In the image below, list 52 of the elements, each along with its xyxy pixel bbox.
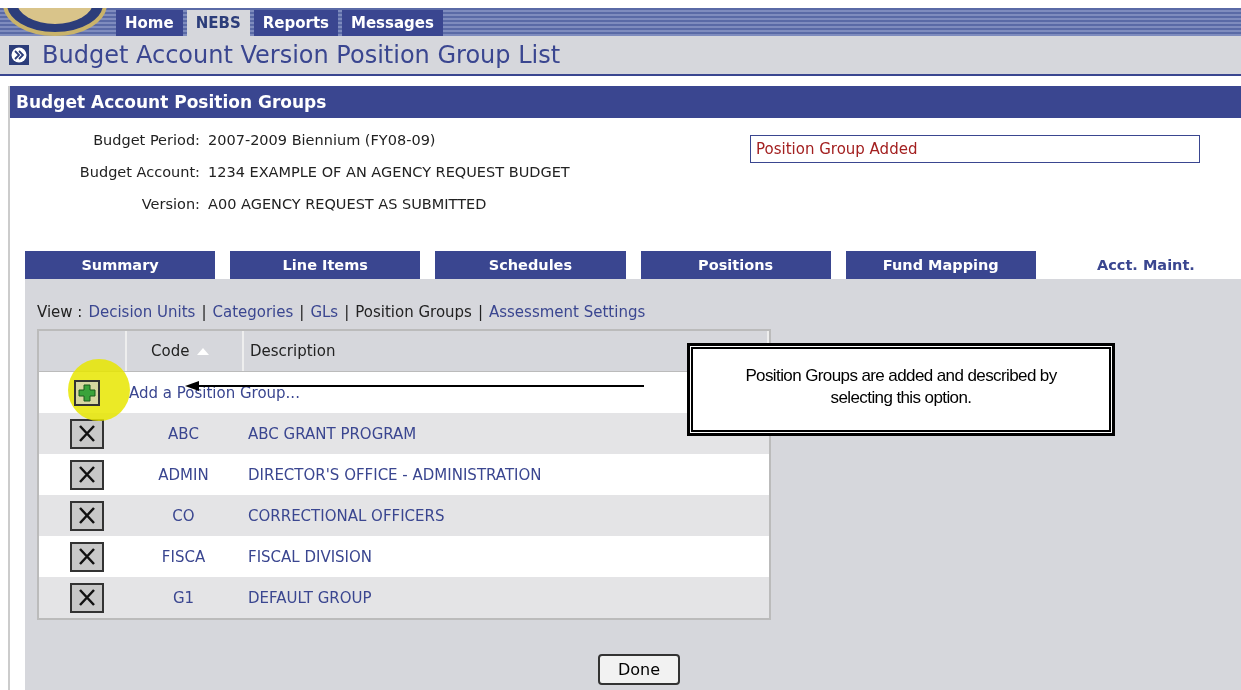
code-cell: ABC xyxy=(168,424,199,443)
field-value: 2007-2009 Biennium (FY08-09) xyxy=(208,132,437,148)
done-button[interactable]: Done xyxy=(597,654,681,685)
add-link[interactable]: Add a Position Group... xyxy=(129,383,300,402)
tab[interactable]: Positions xyxy=(640,251,831,279)
column-header[interactable]: Description xyxy=(250,342,336,360)
nav-tab[interactable]: Home xyxy=(116,10,183,36)
code-cell: CO xyxy=(172,506,195,525)
code-cell: ADMIN xyxy=(158,465,209,484)
nav-tab[interactable]: NEBS xyxy=(186,10,250,36)
delete-icon[interactable] xyxy=(70,418,104,449)
delete-icon[interactable] xyxy=(70,541,104,572)
nav-tab[interactable]: Reports xyxy=(253,10,338,36)
field-label: Version: xyxy=(140,196,200,212)
separator: | xyxy=(477,303,483,321)
description-cell: DIRECTOR'S OFFICE - ADMINISTRATION xyxy=(248,465,542,484)
delete-icon[interactable] xyxy=(70,582,104,613)
code-cell: FISCA xyxy=(161,547,206,566)
sort-up-icon xyxy=(197,347,210,355)
callout-note: Position Groups are added and described by selecting this option. xyxy=(688,344,1114,435)
separator: | xyxy=(344,303,350,321)
separator: | xyxy=(299,303,305,321)
code-cell: G1 xyxy=(172,588,195,607)
delete-icon[interactable] xyxy=(70,500,104,531)
view-link[interactable]: Assessment Settings xyxy=(488,303,646,321)
tab[interactable]: Line Items xyxy=(230,251,421,279)
description-cell: CORRECTIONAL OFFICERS xyxy=(248,506,445,525)
tab[interactable]: Fund Mapping xyxy=(845,251,1036,279)
field-value: 1234 EXAMPLE OF AN AGENCY REQUEST BUDGET xyxy=(208,164,571,180)
view-link[interactable]: Position Groups xyxy=(355,303,472,321)
field-label: Budget Account: xyxy=(78,164,200,180)
description-cell: ABC GRANT PROGRAM xyxy=(248,424,417,443)
field-label: Budget Period: xyxy=(92,132,200,148)
field-value: A00 AGENCY REQUEST AS SUBMITTED xyxy=(208,196,488,212)
section-header: Budget Account Position Groups xyxy=(10,86,1241,118)
tab[interactable]: Summary xyxy=(25,251,216,279)
column-header[interactable]: Code xyxy=(127,331,244,371)
view-link[interactable]: Decision Units xyxy=(88,303,196,321)
status-message: Position Group Added xyxy=(750,135,1200,163)
page-title: Budget Account Version Position Group List xyxy=(42,41,561,69)
nav-tab[interactable]: Messages xyxy=(342,10,443,36)
tab[interactable]: Schedules xyxy=(435,251,626,279)
chevron-icon xyxy=(8,44,30,66)
view-link[interactable]: Categories xyxy=(212,303,294,321)
separator: | xyxy=(201,303,207,321)
add-icon[interactable] xyxy=(74,379,100,406)
description-cell: FISCAL DIVISION xyxy=(248,547,373,566)
delete-icon[interactable] xyxy=(70,459,104,490)
description-cell: DEFAULT GROUP xyxy=(248,588,372,607)
highlight-circle xyxy=(67,358,131,422)
view-link[interactable]: GLs xyxy=(310,303,339,321)
view-label: View : xyxy=(37,303,83,321)
